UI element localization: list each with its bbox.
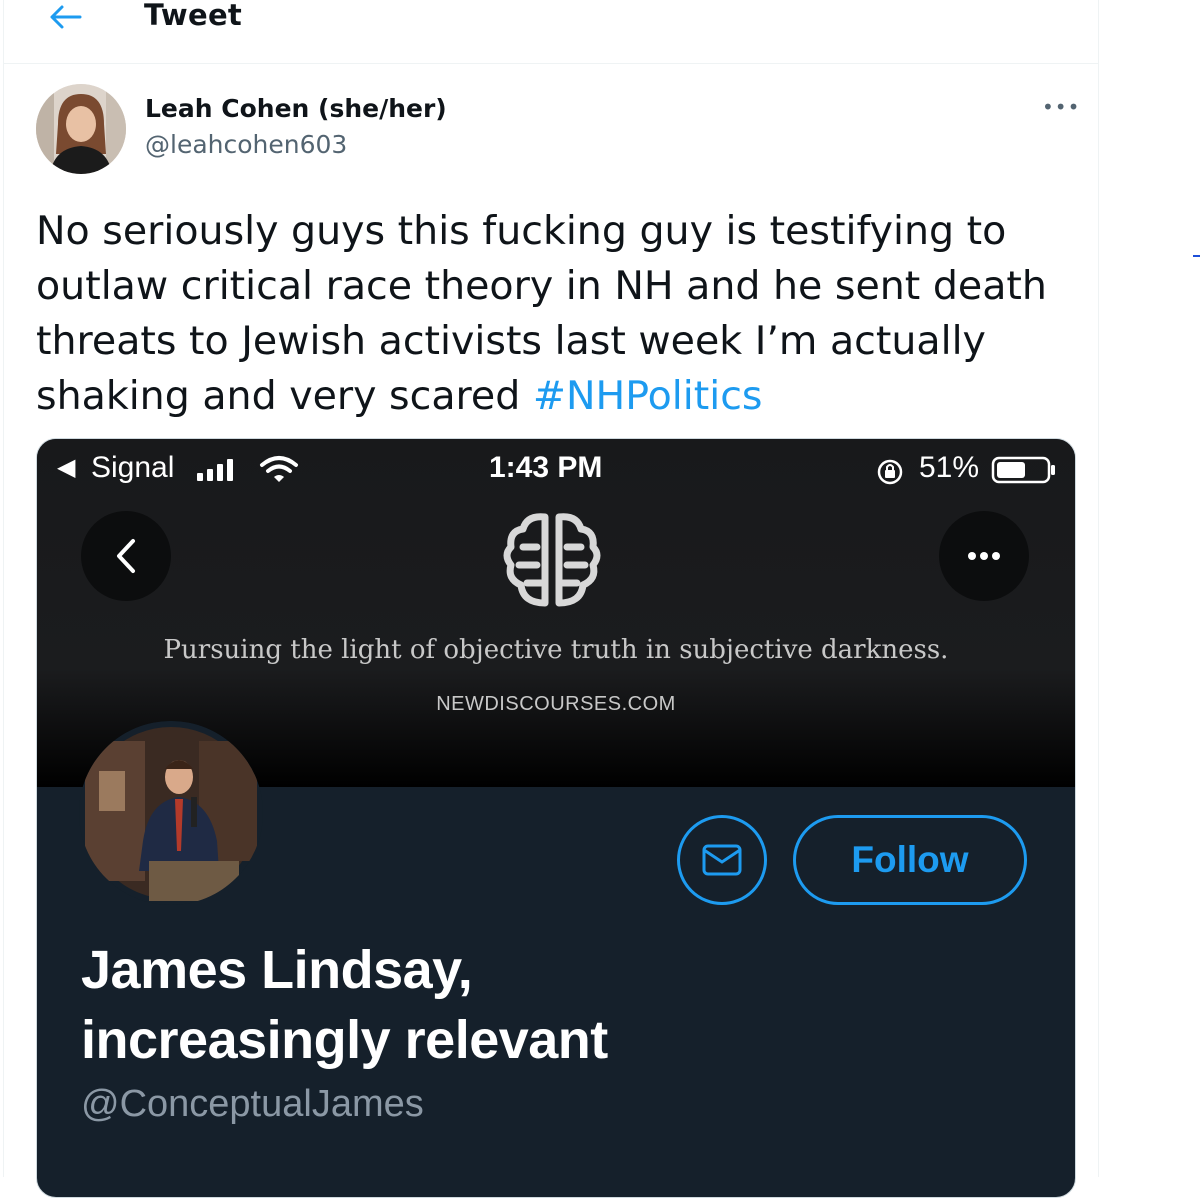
more-dots-icon (968, 552, 1000, 560)
profile-back-button[interactable] (81, 511, 171, 601)
follow-button[interactable]: Follow (793, 815, 1027, 905)
edge-divider (1193, 255, 1200, 257)
wifi-icon (260, 456, 298, 482)
profile-name: James Lindsay, increasingly relevant (81, 935, 781, 1075)
hashtag-link[interactable]: #NHPolitics (533, 373, 763, 419)
carrier-label: Signal (91, 451, 175, 484)
battery-icon (991, 456, 1055, 484)
author-handle[interactable]: @leahcohen603 (145, 130, 347, 159)
author-avatar[interactable] (36, 84, 126, 174)
chevron-left-icon (117, 539, 135, 573)
rotation-lock-icon (877, 459, 903, 485)
profile-handle: @ConceptualJames (81, 1083, 424, 1125)
more-icon[interactable]: ••• (1042, 92, 1079, 122)
back-arrow-icon[interactable] (44, 0, 84, 34)
tweet-column: Tweet Leah Cohen (she/her) @leahcohen603… (3, 0, 1099, 1198)
top-bar: Tweet (4, 0, 1098, 64)
profile-avatar[interactable] (79, 721, 263, 905)
page-title: Tweet (144, 0, 243, 32)
phone-status-bar: ◀ Signal 1:43 PM 51% (37, 439, 1075, 499)
message-button[interactable] (677, 815, 767, 905)
status-back-icon: ◀ (57, 453, 76, 481)
profile-name-line2: increasingly relevant (81, 1010, 608, 1070)
signal-bars-icon (197, 459, 233, 481)
battery-percent: 51% (919, 451, 980, 484)
banner-url: NEWDISCOURSES.COM (436, 693, 676, 715)
profile-more-button[interactable] (939, 511, 1029, 601)
profile-name-line1: James Lindsay, (81, 940, 473, 1000)
mail-icon (702, 844, 742, 876)
author-name[interactable]: Leah Cohen (she/her) (145, 94, 447, 123)
banner-tagline: Pursuing the light of objective truth in… (163, 635, 949, 665)
status-time: 1:43 PM (489, 451, 603, 484)
tweet-text: No seriously guys this fucking guy is te… (36, 204, 1076, 424)
tweet-media-image[interactable]: ◀ Signal 1:43 PM 51% Pursuing the light … (36, 438, 1076, 1198)
brain-logo-icon (503, 513, 601, 607)
